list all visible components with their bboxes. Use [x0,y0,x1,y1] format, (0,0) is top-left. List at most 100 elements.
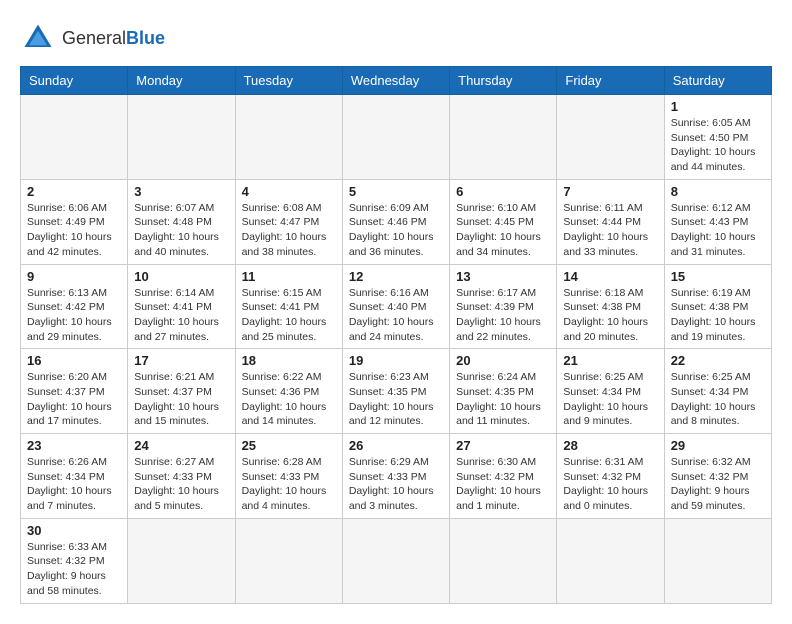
day-info: Sunrise: 6:14 AM Sunset: 4:41 PM Dayligh… [134,286,228,345]
day-info: Sunrise: 6:09 AM Sunset: 4:46 PM Dayligh… [349,201,443,260]
day-info: Sunrise: 6:13 AM Sunset: 4:42 PM Dayligh… [27,286,121,345]
weekday-header: Sunday [21,67,128,95]
day-number: 15 [671,269,765,284]
day-number: 22 [671,353,765,368]
logo-text: GeneralBlue [62,28,165,49]
day-info: Sunrise: 6:05 AM Sunset: 4:50 PM Dayligh… [671,116,765,175]
day-number: 1 [671,99,765,114]
calendar-cell [557,518,664,603]
day-info: Sunrise: 6:30 AM Sunset: 4:32 PM Dayligh… [456,455,550,514]
weekday-header: Friday [557,67,664,95]
calendar-cell: 19 Sunrise: 6:23 AM Sunset: 4:35 PM Dayli… [342,349,449,434]
calendar-cell: 2Sunrise: 6:06 AM Sunset: 4:49 PM Daylig… [21,179,128,264]
day-number: 7 [563,184,657,199]
logo-icon [20,20,56,56]
day-number: 4 [242,184,336,199]
calendar-cell: 5 Sunrise: 6:09 AM Sunset: 4:46 PM Daylig… [342,179,449,264]
calendar-cell: 21 Sunrise: 6:25 AM Sunset: 4:34 PM Dayli… [557,349,664,434]
weekday-header: Monday [128,67,235,95]
calendar-cell [557,95,664,180]
calendar-table: SundayMondayTuesdayWednesdayThursdayFrid… [20,66,772,604]
calendar-cell [342,95,449,180]
day-number: 30 [27,523,121,538]
day-info: Sunrise: 6:18 AM Sunset: 4:38 PM Dayligh… [563,286,657,345]
day-number: 21 [563,353,657,368]
calendar-cell [128,518,235,603]
calendar-week-row: 16 Sunrise: 6:20 AM Sunset: 4:37 PM Dayli… [21,349,772,434]
calendar-cell: 4 Sunrise: 6:08 AM Sunset: 4:47 PM Daylig… [235,179,342,264]
day-number: 6 [456,184,550,199]
calendar-cell: 20 Sunrise: 6:24 AM Sunset: 4:35 PM Dayli… [450,349,557,434]
calendar-cell: 15 Sunrise: 6:19 AM Sunset: 4:38 PM Dayli… [664,264,771,349]
day-number: 26 [349,438,443,453]
day-number: 24 [134,438,228,453]
day-number: 17 [134,353,228,368]
calendar-cell: 28 Sunrise: 6:31 AM Sunset: 4:32 PM Dayli… [557,434,664,519]
day-info: Sunrise: 6:31 AM Sunset: 4:32 PM Dayligh… [563,455,657,514]
calendar-cell: 18 Sunrise: 6:22 AM Sunset: 4:36 PM Dayli… [235,349,342,434]
calendar-week-row: 23Sunrise: 6:26 AM Sunset: 4:34 PM Dayli… [21,434,772,519]
day-info: Sunrise: 6:24 AM Sunset: 4:35 PM Dayligh… [456,370,550,429]
day-info: Sunrise: 6:25 AM Sunset: 4:34 PM Dayligh… [563,370,657,429]
day-info: Sunrise: 6:06 AM Sunset: 4:49 PM Dayligh… [27,201,121,260]
weekday-header: Saturday [664,67,771,95]
day-info: Sunrise: 6:08 AM Sunset: 4:47 PM Dayligh… [242,201,336,260]
day-number: 13 [456,269,550,284]
day-info: Sunrise: 6:07 AM Sunset: 4:48 PM Dayligh… [134,201,228,260]
calendar-cell: 27 Sunrise: 6:30 AM Sunset: 4:32 PM Dayli… [450,434,557,519]
day-number: 20 [456,353,550,368]
calendar-cell: 26Sunrise: 6:29 AM Sunset: 4:33 PM Dayli… [342,434,449,519]
day-info: Sunrise: 6:25 AM Sunset: 4:34 PM Dayligh… [671,370,765,429]
day-info: Sunrise: 6:28 AM Sunset: 4:33 PM Dayligh… [242,455,336,514]
calendar-week-row: 2Sunrise: 6:06 AM Sunset: 4:49 PM Daylig… [21,179,772,264]
day-info: Sunrise: 6:27 AM Sunset: 4:33 PM Dayligh… [134,455,228,514]
day-number: 8 [671,184,765,199]
calendar-cell: 9 Sunrise: 6:13 AM Sunset: 4:42 PM Daylig… [21,264,128,349]
day-number: 29 [671,438,765,453]
calendar-week-row: 9 Sunrise: 6:13 AM Sunset: 4:42 PM Daylig… [21,264,772,349]
calendar-cell [450,518,557,603]
day-info: Sunrise: 6:32 AM Sunset: 4:32 PM Dayligh… [671,455,765,514]
day-info: Sunrise: 6:19 AM Sunset: 4:38 PM Dayligh… [671,286,765,345]
calendar-cell [235,518,342,603]
day-number: 9 [27,269,121,284]
day-info: Sunrise: 6:16 AM Sunset: 4:40 PM Dayligh… [349,286,443,345]
calendar-week-row: 30Sunrise: 6:33 AM Sunset: 4:32 PM Dayli… [21,518,772,603]
day-info: Sunrise: 6:23 AM Sunset: 4:35 PM Dayligh… [349,370,443,429]
calendar-cell: 6 Sunrise: 6:10 AM Sunset: 4:45 PM Daylig… [450,179,557,264]
calendar-cell: 12Sunrise: 6:16 AM Sunset: 4:40 PM Dayli… [342,264,449,349]
calendar-cell [342,518,449,603]
weekday-header: Wednesday [342,67,449,95]
day-info: Sunrise: 6:20 AM Sunset: 4:37 PM Dayligh… [27,370,121,429]
calendar-cell: 8 Sunrise: 6:12 AM Sunset: 4:43 PM Daylig… [664,179,771,264]
day-number: 18 [242,353,336,368]
day-number: 3 [134,184,228,199]
day-number: 19 [349,353,443,368]
calendar-cell: 29 Sunrise: 6:32 AM Sunset: 4:32 PM Dayli… [664,434,771,519]
calendar-cell [664,518,771,603]
calendar-cell: 25Sunrise: 6:28 AM Sunset: 4:33 PM Dayli… [235,434,342,519]
day-info: Sunrise: 6:15 AM Sunset: 4:41 PM Dayligh… [242,286,336,345]
weekday-header-row: SundayMondayTuesdayWednesdayThursdayFrid… [21,67,772,95]
day-number: 14 [563,269,657,284]
calendar-cell: 17 Sunrise: 6:21 AM Sunset: 4:37 PM Dayli… [128,349,235,434]
day-info: Sunrise: 6:21 AM Sunset: 4:37 PM Dayligh… [134,370,228,429]
day-number: 11 [242,269,336,284]
calendar-cell: 14 Sunrise: 6:18 AM Sunset: 4:38 PM Dayli… [557,264,664,349]
calendar-cell: 24 Sunrise: 6:27 AM Sunset: 4:33 PM Dayli… [128,434,235,519]
calendar-cell: 13Sunrise: 6:17 AM Sunset: 4:39 PM Dayli… [450,264,557,349]
calendar-cell [450,95,557,180]
calendar-cell: 22 Sunrise: 6:25 AM Sunset: 4:34 PM Dayli… [664,349,771,434]
calendar-cell: 10Sunrise: 6:14 AM Sunset: 4:41 PM Dayli… [128,264,235,349]
calendar-cell: 1 Sunrise: 6:05 AM Sunset: 4:50 PM Daylig… [664,95,771,180]
logo: GeneralBlue [20,20,165,56]
day-info: Sunrise: 6:11 AM Sunset: 4:44 PM Dayligh… [563,201,657,260]
day-info: Sunrise: 6:12 AM Sunset: 4:43 PM Dayligh… [671,201,765,260]
day-info: Sunrise: 6:10 AM Sunset: 4:45 PM Dayligh… [456,201,550,260]
day-info: Sunrise: 6:22 AM Sunset: 4:36 PM Dayligh… [242,370,336,429]
day-number: 27 [456,438,550,453]
calendar-cell: 30Sunrise: 6:33 AM Sunset: 4:32 PM Dayli… [21,518,128,603]
day-number: 5 [349,184,443,199]
day-number: 16 [27,353,121,368]
day-number: 28 [563,438,657,453]
